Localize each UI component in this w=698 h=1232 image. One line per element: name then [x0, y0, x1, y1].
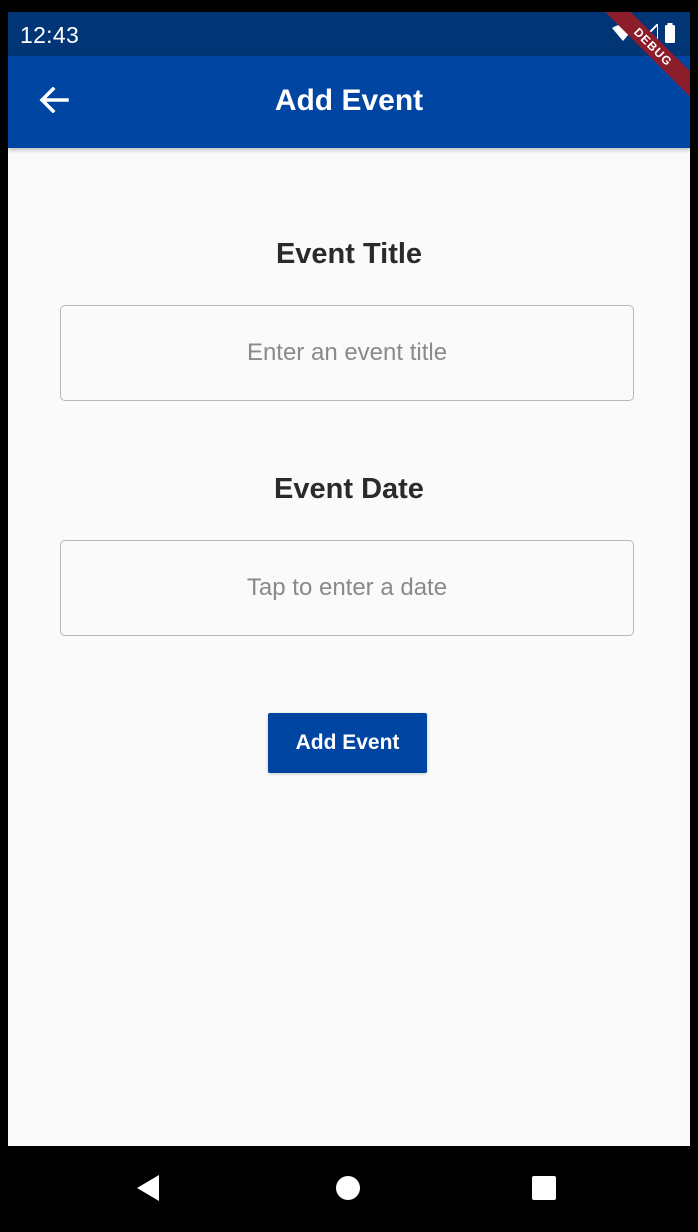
- status-bar: 12:43: [8, 12, 690, 56]
- device-screen: 12:43 DEBUG Add Event Event Title Enter …: [8, 12, 690, 1232]
- form-container: Event Title Event Date Add Event: [8, 148, 690, 1146]
- nav-home-button[interactable]: [328, 1172, 368, 1208]
- page-title: Add Event: [274, 84, 424, 117]
- nav-recents-button[interactable]: [524, 1172, 564, 1208]
- home-circle-icon: [335, 1175, 361, 1206]
- app-bar: Add Event: [8, 56, 690, 148]
- back-triangle-icon: [135, 1174, 161, 1207]
- nav-back-button[interactable]: [128, 1172, 168, 1208]
- battery-icon: [664, 23, 676, 43]
- add-event-button[interactable]: Add Event: [268, 713, 427, 773]
- status-time: 12:43: [20, 22, 80, 48]
- event-title-label: Event Title: [275, 238, 423, 270]
- event-date-input[interactable]: [60, 540, 634, 636]
- recents-square-icon: [531, 1175, 557, 1206]
- system-nav-bar: [8, 1146, 690, 1232]
- event-title-input[interactable]: [60, 305, 634, 401]
- event-date-label: Event Date: [274, 473, 424, 505]
